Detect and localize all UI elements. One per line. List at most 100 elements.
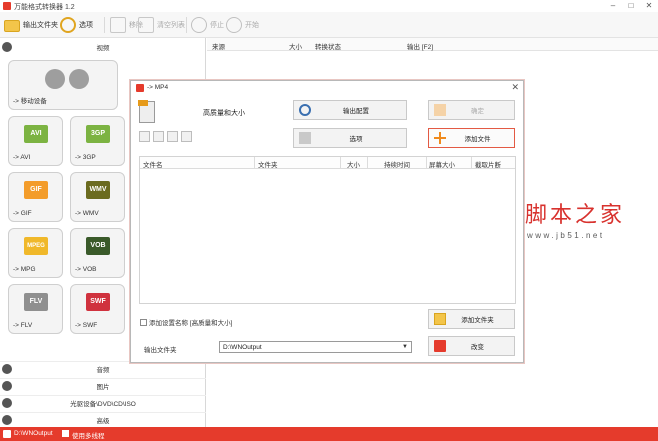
status-bar: D:\WNOutput 使用多线程	[0, 427, 658, 441]
avi-icon: AVI	[24, 125, 48, 143]
remove-icon	[110, 17, 126, 33]
tile-vob[interactable]: VOB -> VOB	[70, 228, 125, 278]
config-icon	[299, 104, 311, 116]
tile-swf[interactable]: SWF -> SWF	[70, 284, 125, 334]
file-list-header: 来源 大小 转换状态 输出 [F2]	[207, 38, 658, 51]
tile-label: -> 移动设备	[13, 98, 47, 105]
tile-label: -> GIF	[13, 210, 32, 217]
options-button[interactable]: 选项	[60, 16, 93, 34]
category-video-header[interactable]: 视频	[0, 40, 206, 54]
add-setting-name-checkbox[interactable]: 添加设置名称 [高质量和大小]	[140, 317, 232, 327]
play-icon	[226, 17, 242, 33]
column-duration[interactable]: 持续时间	[384, 159, 410, 169]
dialog-title-bar: -> MP4 ✕	[131, 81, 525, 95]
app-logo-icon	[136, 84, 144, 92]
column-output[interactable]: 输出 [F2]	[407, 41, 433, 51]
multithread-label: 使用多线程	[72, 433, 105, 440]
confirm-button[interactable]: 确定	[428, 100, 515, 120]
category-advanced[interactable]: 高级	[0, 412, 206, 426]
tile-label: -> WMV	[75, 210, 99, 217]
toolbar-divider	[186, 17, 187, 33]
file-tool-clear-icon[interactable]	[153, 131, 164, 142]
watermark-url: www.jb51.net	[527, 231, 605, 240]
clear-list-label: 清空列表	[157, 22, 185, 29]
toolbar: 输出文件夹 选项 移除 清空列表 停止 开始	[0, 12, 658, 38]
window-title: 万能格式转换器 1.2	[14, 4, 75, 11]
column-divider	[254, 157, 255, 169]
file-tool-play-icon[interactable]	[167, 131, 178, 142]
swf-icon: SWF	[86, 293, 110, 311]
output-config-button[interactable]: 输出配置	[293, 100, 407, 120]
column-divider	[471, 157, 472, 169]
dialog-file-table-header: 文件名 文件夹 大小 持续时间 屏幕大小 截取片断	[140, 157, 515, 169]
output-folder-select[interactable]: D:\WNOutput ▼	[219, 341, 412, 353]
picture-icon	[2, 380, 12, 391]
output-folder-label: 输出文件夹	[23, 22, 58, 29]
tile-flv[interactable]: FLV -> FLV	[8, 284, 63, 334]
gif-icon: GIF	[24, 181, 48, 199]
tile-wmv[interactable]: WMV -> WMV	[70, 172, 125, 222]
column-source[interactable]: 来源	[212, 41, 225, 51]
play-circle-icon	[2, 42, 12, 52]
category-audio[interactable]: 音频	[0, 361, 206, 375]
quality-label: 高质量和大小	[203, 110, 245, 117]
clear-list-button[interactable]: 清空列表	[138, 16, 185, 34]
window-controls: – □ ✕	[604, 0, 658, 12]
clear-list-icon	[138, 17, 154, 33]
wmv-icon: WMV	[86, 181, 110, 199]
column-divider	[367, 157, 368, 169]
file-tool-remove-icon[interactable]	[139, 131, 150, 142]
pause-icon	[191, 17, 207, 33]
arrow-right-icon	[434, 104, 446, 116]
apple-icon	[45, 69, 65, 89]
change-button[interactable]: 改变	[428, 336, 515, 356]
dialog-options-button[interactable]: 选项	[293, 128, 407, 148]
watermark-main: 脚本之家	[525, 203, 626, 228]
category-image[interactable]: 图片	[0, 378, 206, 392]
minimize-button[interactable]: –	[604, 0, 622, 12]
maximize-button[interactable]: □	[622, 0, 640, 12]
category-optical-drive[interactable]: 光驱设备\DVD\CD\ISO	[0, 395, 206, 409]
dialog-file-table[interactable]: 文件名 文件夹 大小 持续时间 屏幕大小 截取片断	[139, 156, 516, 304]
tile-3gp[interactable]: 3GP -> 3GP	[70, 116, 125, 166]
change-icon	[434, 340, 446, 352]
column-divider	[340, 157, 341, 169]
output-path[interactable]: D:\WNOutput	[14, 430, 53, 437]
stop-button[interactable]: 停止	[191, 16, 224, 34]
plus-icon	[434, 132, 446, 144]
column-clip[interactable]: 截取片断	[475, 159, 501, 169]
dialog-close-button[interactable]: ✕	[511, 82, 519, 93]
file-tool-list-icon[interactable]	[181, 131, 192, 142]
category-audio-label: 音频	[96, 366, 110, 374]
column-size[interactable]: 大小	[289, 41, 302, 51]
column-folder[interactable]: 文件夹	[258, 159, 278, 169]
toolbar-divider	[104, 17, 105, 33]
category-video-label: 视频	[96, 45, 110, 52]
tile-mpg[interactable]: MPEG -> MPG	[8, 228, 63, 278]
gear-icon	[60, 17, 76, 33]
folder-icon	[3, 430, 11, 438]
advanced-icon	[2, 414, 12, 425]
android-icon	[69, 69, 89, 89]
tile-mobile-device[interactable]: -> 移动设备	[8, 60, 118, 110]
add-file-button[interactable]: 添加文件	[428, 128, 515, 148]
column-file-name[interactable]: 文件名	[143, 159, 163, 169]
disc-icon	[2, 397, 12, 408]
column-screen-size[interactable]: 屏幕大小	[429, 159, 455, 169]
column-size[interactable]: 大小	[347, 159, 360, 169]
output-folder-button[interactable]: 输出文件夹	[4, 16, 58, 34]
add-folder-icon	[434, 313, 446, 325]
tile-avi[interactable]: AVI -> AVI	[8, 116, 63, 166]
3gp-icon: 3GP	[86, 125, 110, 143]
close-button[interactable]: ✕	[640, 0, 658, 12]
start-button[interactable]: 开始	[226, 16, 259, 34]
checkbox-box[interactable]	[140, 318, 147, 326]
add-folder-button[interactable]: 添加文件夹	[428, 309, 515, 329]
tile-gif[interactable]: GIF -> GIF	[8, 172, 63, 222]
options-label: 选项	[79, 22, 93, 29]
category-image-label: 图片	[96, 383, 110, 391]
save-icon	[299, 132, 311, 144]
column-status[interactable]: 转换状态	[315, 41, 341, 51]
app-logo-icon	[3, 2, 11, 10]
multithread-checkbox[interactable]	[62, 430, 69, 437]
